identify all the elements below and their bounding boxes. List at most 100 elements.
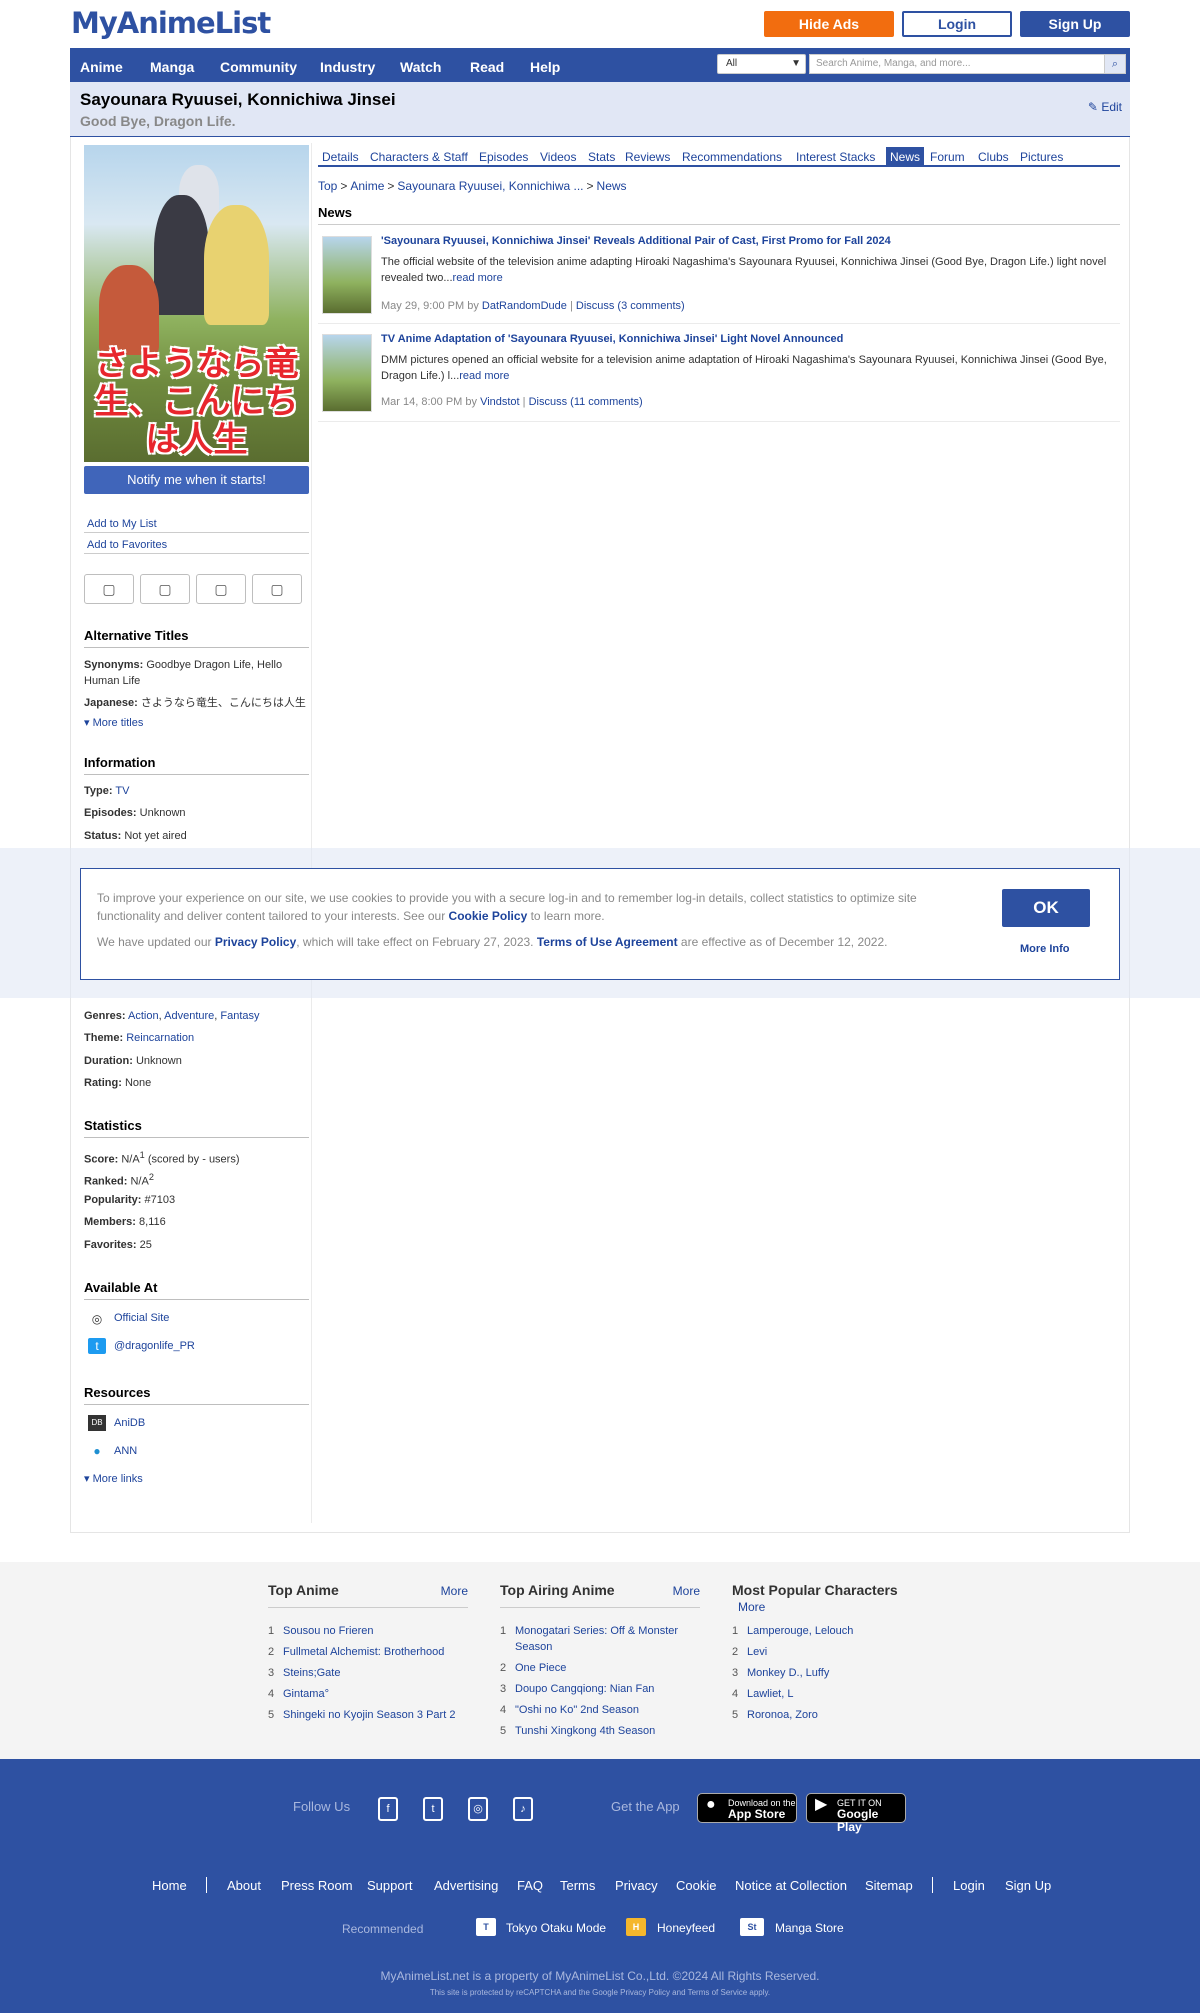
search-input[interactable]: Search Anime, Manga, and more... [809, 54, 1105, 74]
login-button[interactable]: Login [902, 11, 1012, 37]
news-author-link[interactable]: Vindstot [480, 396, 520, 408]
footer-link-login[interactable]: Login [953, 1878, 985, 1893]
list-item-link[interactable]: Shingeki no Kyojin Season 3 Part 2 [283, 1709, 455, 1721]
anime-poster[interactable]: さようなら竜生、こんにちは人生 [84, 145, 309, 462]
top-anime-more-link[interactable]: More [441, 1584, 468, 1598]
google-play-badge[interactable]: ▶ GET IT ON Google Play [806, 1793, 906, 1834]
tab-reviews[interactable]: Reviews [621, 147, 674, 166]
footer-link-home[interactable]: Home [152, 1878, 187, 1893]
breadcrumb-anime[interactable]: Anime [350, 179, 384, 193]
cookie-more-info-link[interactable]: More Info [1020, 943, 1070, 955]
list-item-link[interactable]: Monkey D., Luffy [747, 1667, 829, 1679]
search-icon[interactable]: ⌕ [1104, 54, 1126, 74]
breadcrumb-news[interactable]: News [597, 179, 627, 193]
site-logo[interactable]: MyAnimeList [71, 6, 271, 40]
tab-forum[interactable]: Forum [926, 147, 969, 166]
share-icon[interactable]: ▢ [252, 574, 302, 604]
more-links-link[interactable]: ▾ More links [84, 1471, 309, 1487]
read-more-link[interactable]: read more [459, 370, 509, 382]
tab-videos[interactable]: Videos [536, 147, 580, 166]
nav-anime[interactable]: Anime [80, 48, 123, 82]
news-author-link[interactable]: DatRandomDude [482, 300, 567, 312]
footer-link-advertising[interactable]: Advertising [434, 1878, 498, 1893]
tab-interest-stacks[interactable]: Interest Stacks [792, 147, 879, 166]
share-icon[interactable]: ▢ [84, 574, 134, 604]
nav-community[interactable]: Community [220, 48, 297, 82]
app-store-badge[interactable]: ● Download on the App Store [697, 1793, 797, 1823]
tab-news[interactable]: News [886, 147, 925, 166]
hide-ads-button[interactable]: Hide Ads [764, 11, 894, 37]
footer-link-terms[interactable]: Terms [560, 1878, 595, 1893]
news-discuss-link[interactable]: Discuss (3 comments) [576, 300, 685, 312]
nav-read[interactable]: Read [470, 48, 504, 82]
nav-manga[interactable]: Manga [150, 48, 194, 82]
nav-industry[interactable]: Industry [320, 48, 375, 82]
more-titles-link[interactable]: ▾ More titles [84, 715, 309, 731]
tab-details[interactable]: Details [318, 147, 363, 166]
instagram-icon[interactable]: ◎ [468, 1797, 488, 1821]
breadcrumb-top[interactable]: Top [318, 179, 337, 193]
edit-link[interactable]: ✎ Edit [1088, 100, 1122, 114]
footer-link-about[interactable]: About [227, 1878, 261, 1893]
footer-link-faq[interactable]: FAQ [517, 1878, 543, 1893]
footer-link-press[interactable]: Press Room [281, 1878, 353, 1893]
list-item-link[interactable]: Lamperouge, Lelouch [747, 1625, 853, 1637]
news-title-link[interactable]: TV Anime Adaptation of 'Sayounara Ryuuse… [381, 333, 843, 345]
list-item-link[interactable]: One Piece [515, 1662, 566, 1674]
list-item-link[interactable]: Lawliet, L [747, 1688, 793, 1700]
share-icon[interactable]: ▢ [196, 574, 246, 604]
list-item-link[interactable]: Steins;Gate [283, 1667, 340, 1679]
genre-link[interactable]: Fantasy [220, 1010, 259, 1022]
ann-link[interactable]: ANN [114, 1445, 137, 1457]
breadcrumb-title[interactable]: Sayounara Ryuusei, Konnichiwa ... [397, 179, 583, 193]
popular-characters-more-link[interactable]: More [738, 1600, 765, 1614]
news-discuss-link[interactable]: Discuss (11 comments) [529, 396, 643, 408]
list-item-link[interactable]: Fullmetal Alchemist: Brotherhood [283, 1646, 444, 1658]
nav-help[interactable]: Help [530, 48, 560, 82]
official-site-link[interactable]: Official Site [114, 1312, 169, 1324]
top-airing-more-link[interactable]: More [673, 1584, 700, 1598]
share-icon[interactable]: ▢ [140, 574, 190, 604]
list-item-link[interactable]: Doupo Cangqiong: Nian Fan [515, 1683, 654, 1695]
honeyfeed-link[interactable]: Honeyfeed [657, 1921, 715, 1935]
genre-link[interactable]: Action [128, 1010, 159, 1022]
add-to-list-link[interactable]: Add to My List [84, 513, 309, 533]
list-item-link[interactable]: Tunshi Xingkong 4th Season [515, 1725, 655, 1737]
list-item-link[interactable]: Monogatari Series: Off & Monster Season [515, 1625, 678, 1653]
read-more-link[interactable]: read more [453, 272, 503, 284]
privacy-policy-link[interactable]: Privacy Policy [215, 935, 296, 949]
cookie-ok-button[interactable]: OK [1002, 889, 1090, 927]
footer-link-sitemap[interactable]: Sitemap [865, 1878, 913, 1893]
footer-link-privacy[interactable]: Privacy [615, 1878, 658, 1893]
tab-episodes[interactable]: Episodes [475, 147, 532, 166]
list-item-link[interactable]: Gintama° [283, 1688, 329, 1700]
manga-store-link[interactable]: Manga Store [775, 1921, 844, 1935]
tab-pictures[interactable]: Pictures [1016, 147, 1067, 166]
footer-link-signup[interactable]: Sign Up [1005, 1878, 1051, 1893]
type-value[interactable]: TV [115, 785, 129, 797]
list-item-link[interactable]: Levi [747, 1646, 767, 1658]
twitter-icon[interactable]: t [423, 1797, 443, 1821]
facebook-icon[interactable]: f [378, 1797, 398, 1821]
theme-link[interactable]: Reincarnation [126, 1032, 194, 1044]
search-scope-select[interactable]: All ▼ [717, 54, 806, 74]
news-thumbnail[interactable] [322, 334, 372, 412]
news-thumbnail[interactable] [322, 236, 372, 314]
anidb-link[interactable]: AniDB [114, 1417, 145, 1429]
list-item-link[interactable]: Sousou no Frieren [283, 1625, 374, 1637]
tab-characters-staff[interactable]: Characters & Staff [366, 147, 472, 166]
footer-link-cookie[interactable]: Cookie [676, 1878, 716, 1893]
news-title-link[interactable]: 'Sayounara Ryuusei, Konnichiwa Jinsei' R… [381, 235, 891, 247]
signup-button[interactable]: Sign Up [1020, 11, 1130, 37]
footer-link-support[interactable]: Support [367, 1878, 413, 1893]
terms-of-use-link[interactable]: Terms of Use Agreement [537, 935, 678, 949]
list-item-link[interactable]: "Oshi no Ko" 2nd Season [515, 1704, 639, 1716]
cookie-policy-link[interactable]: Cookie Policy [449, 909, 528, 923]
twitter-link[interactable]: @dragonlife_PR [114, 1340, 195, 1352]
genre-link[interactable]: Adventure [164, 1010, 214, 1022]
footer-link-notice[interactable]: Notice at Collection [735, 1878, 847, 1893]
nav-watch[interactable]: Watch [400, 48, 441, 82]
list-item-link[interactable]: Roronoa, Zoro [747, 1709, 818, 1721]
tokyo-otaku-mode-link[interactable]: Tokyo Otaku Mode [506, 1921, 606, 1935]
tab-recommendations[interactable]: Recommendations [678, 147, 786, 166]
